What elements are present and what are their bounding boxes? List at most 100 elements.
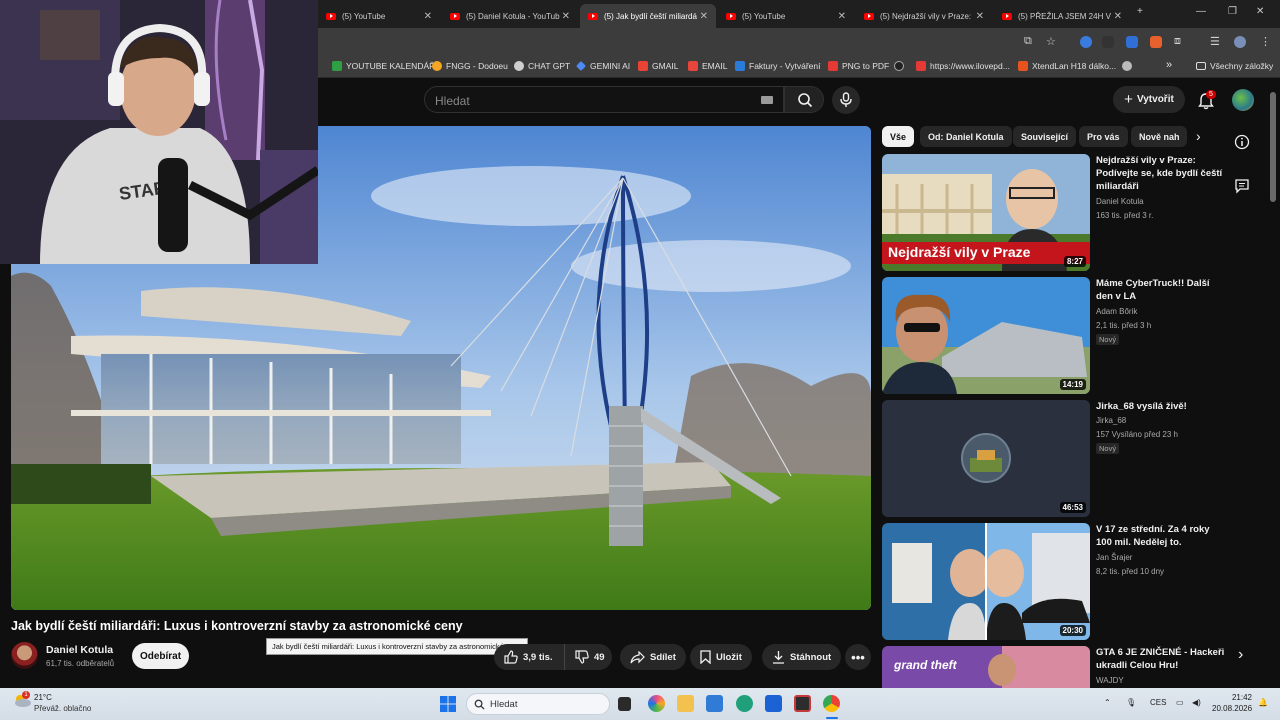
- more-bookmarks-icon[interactable]: »: [1166, 59, 1172, 71]
- chip-for-you[interactable]: Pro vás: [1079, 126, 1128, 147]
- like-button[interactable]: 3,9 tis.: [494, 644, 564, 670]
- recommendation-thumbnail[interactable]: 14:19: [882, 277, 1090, 394]
- close-icon[interactable]: ✕: [976, 11, 984, 22]
- file-explorer-icon[interactable]: [677, 695, 694, 712]
- bookmark-item[interactable]: https://www.ilovepd...: [916, 61, 1010, 71]
- show-hidden-icons[interactable]: ⌃: [1104, 698, 1111, 707]
- chevron-right-icon[interactable]: ›: [1238, 646, 1243, 664]
- profile-icon[interactable]: [1234, 36, 1246, 48]
- windows-start-icon[interactable]: [440, 696, 456, 712]
- outlook-icon[interactable]: [706, 695, 723, 712]
- search-button[interactable]: [784, 86, 824, 113]
- chip-related[interactable]: Související: [1013, 126, 1077, 147]
- more-horizontal-icon: •••: [851, 649, 865, 665]
- close-window-icon[interactable]: ✕: [1256, 6, 1264, 17]
- bookmark-star-icon[interactable]: ☆: [1046, 35, 1056, 48]
- bookmark-item[interactable]: CHAT GPT: [514, 61, 570, 71]
- recommendation-channel[interactable]: Daniel Kotula: [1096, 197, 1144, 206]
- download-button[interactable]: Stáhnout: [762, 644, 842, 670]
- close-icon[interactable]: ✕: [838, 11, 846, 22]
- recommendation-thumbnail[interactable]: Nejdražší vily v Praze 8:27: [882, 154, 1090, 271]
- extensions-puzzle-icon[interactable]: ⧈: [1174, 35, 1181, 48]
- create-button[interactable]: + Vytvořit: [1113, 86, 1185, 113]
- recommendation-title[interactable]: V 17 ze střední. Za 4 roky 100 mil. Nedě…: [1096, 523, 1226, 549]
- recommendation-title[interactable]: Jirka_68 vysílá živě!: [1096, 400, 1226, 413]
- bookmark-item[interactable]: GEMINI AI: [576, 61, 630, 71]
- chrome-icon[interactable]: [823, 695, 840, 712]
- keyboard-icon[interactable]: [761, 96, 773, 104]
- browser-tab[interactable]: (5) YouTube ✕: [318, 4, 440, 28]
- recommendation-channel[interactable]: Adam Bőrik: [1096, 307, 1137, 316]
- close-icon[interactable]: ✕: [1114, 11, 1122, 22]
- bookmark-item[interactable]: XtendLan H18 dálko...: [1018, 61, 1116, 71]
- reading-list-icon[interactable]: ☰: [1210, 35, 1220, 48]
- info-icon[interactable]: [1234, 134, 1250, 150]
- dislike-button[interactable]: 49: [564, 644, 612, 670]
- taskbar-search[interactable]: Hledat: [466, 693, 610, 715]
- search-input[interactable]: Hledat: [424, 86, 784, 113]
- bookmark-favicon-icon: [916, 61, 926, 71]
- extension-icon[interactable]: [1150, 36, 1162, 48]
- chat-icon[interactable]: [1234, 178, 1250, 194]
- bookmark-item[interactable]: Faktury - Vytváření: [735, 61, 820, 71]
- network-icon[interactable]: ▭: [1176, 698, 1184, 707]
- browser-tab[interactable]: (5) Nejdražší vily v Praze: ✕: [856, 4, 992, 28]
- bookmark-item[interactable]: FNGG - Dodoeu: [432, 61, 508, 71]
- task-view-icon[interactable]: [618, 697, 631, 711]
- chip-recently-uploaded[interactable]: Nově nah: [1131, 126, 1187, 147]
- new-tab-icon[interactable]: +: [1137, 6, 1143, 17]
- recommendation-channel[interactable]: Jan Šrajer: [1096, 553, 1132, 562]
- bookmark-item[interactable]: GMAIL: [638, 61, 678, 71]
- channel-avatar[interactable]: [11, 642, 38, 669]
- store-icon[interactable]: [765, 695, 782, 712]
- voice-search-button[interactable]: [832, 86, 860, 114]
- chips-next-icon[interactable]: ›: [1196, 128, 1201, 144]
- bookmark-item[interactable]: PNG to PDF: [828, 61, 889, 71]
- all-bookmarks-button[interactable]: Všechny záložky: [1196, 61, 1273, 71]
- share-button[interactable]: Sdílet: [620, 644, 686, 670]
- user-avatar[interactable]: [1232, 89, 1254, 111]
- clock-date[interactable]: 20.08.2026: [1212, 704, 1252, 713]
- minimize-icon[interactable]: —: [1196, 6, 1206, 17]
- bookmark-item[interactable]: [894, 61, 908, 71]
- close-icon[interactable]: ✕: [700, 11, 708, 22]
- notifications-icon[interactable]: 🔔: [1258, 698, 1268, 707]
- volume-icon[interactable]: ◀): [1192, 698, 1201, 707]
- bookmark-item[interactable]: YOUTUBE KALENDÁŘ: [332, 61, 435, 71]
- recommendation-title[interactable]: Nejdražší vily v Praze: Podívejte se, kd…: [1096, 154, 1226, 193]
- extension-icon[interactable]: [1102, 36, 1114, 48]
- more-actions-button[interactable]: •••: [845, 644, 871, 670]
- recommendation-thumbnail[interactable]: 20:30: [882, 523, 1090, 640]
- browser-tab-active[interactable]: (5) Jak bydlí čeští miliardá ✕: [580, 4, 716, 28]
- recommendation-title[interactable]: Máme CyberTruck!! Další den v LA: [1096, 277, 1226, 303]
- close-icon[interactable]: ✕: [424, 11, 432, 22]
- extension-icon[interactable]: [1080, 36, 1092, 48]
- install-icon[interactable]: ⧉: [1024, 35, 1032, 48]
- bookmark-item[interactable]: EMAIL: [688, 61, 728, 71]
- subscribe-button[interactable]: Odebírat: [132, 643, 189, 669]
- close-icon[interactable]: ✕: [562, 11, 570, 22]
- edge-browser-icon[interactable]: [736, 695, 753, 712]
- extension-icon[interactable]: [1126, 36, 1138, 48]
- clock-time[interactable]: 21:42: [1226, 693, 1252, 702]
- copilot-icon[interactable]: [648, 695, 665, 712]
- recommendation-thumbnail[interactable]: 46:53: [882, 400, 1090, 517]
- recommendation-title[interactable]: GTA 6 JE ZNIČENÉ - Hackeři ukradli Celou…: [1096, 646, 1226, 672]
- language-indicator[interactable]: CES: [1150, 698, 1166, 707]
- page-scrollbar[interactable]: [1270, 92, 1276, 202]
- capcut-icon[interactable]: [794, 695, 811, 712]
- browser-tab[interactable]: (5) Daniel Kotula - YouTub ✕: [442, 4, 578, 28]
- chip-all[interactable]: Vše: [882, 126, 915, 147]
- menu-kebab-icon[interactable]: ⋮: [1260, 35, 1271, 48]
- bookmark-item[interactable]: [1122, 61, 1136, 71]
- browser-tab[interactable]: (5) YouTube ✕: [718, 4, 854, 28]
- browser-tab[interactable]: (5) PŘEŽILA JSEM 24H V ✕: [994, 4, 1130, 28]
- recommendation-thumbnail[interactable]: grand theft: [882, 646, 1090, 688]
- chip-from-channel[interactable]: Od: Daniel Kotula: [920, 126, 1012, 147]
- channel-name[interactable]: Daniel Kotula: [46, 644, 113, 656]
- microphone-icon[interactable]: 🎙: [1126, 698, 1136, 707]
- save-button[interactable]: Uložit: [690, 644, 752, 670]
- restore-icon[interactable]: ❐: [1228, 6, 1237, 17]
- recommendation-channel[interactable]: WAJDY: [1096, 676, 1124, 685]
- recommendation-channel[interactable]: Jirka_68: [1096, 416, 1126, 425]
